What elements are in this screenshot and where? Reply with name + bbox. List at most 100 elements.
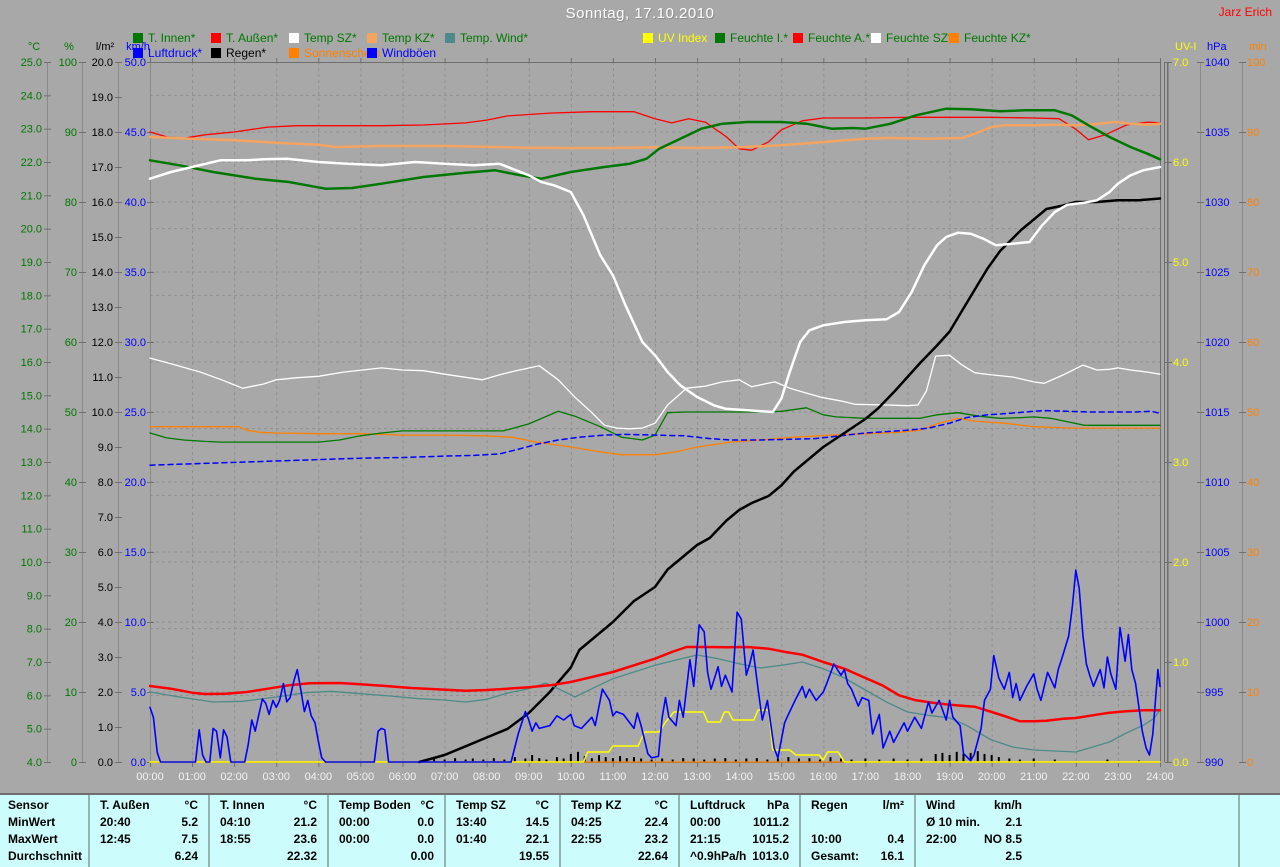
legend-item-feuchte-sz-: Feuchte SZ* xyxy=(871,31,953,43)
svg-text:40: 40 xyxy=(65,477,77,489)
svg-text:19.0: 19.0 xyxy=(92,92,113,104)
svg-text:10: 10 xyxy=(1247,687,1259,699)
axis-header-lm2: l/m² xyxy=(96,41,115,53)
legend-item-feuchte-a-: Feuchte A.* xyxy=(793,31,870,43)
axis-hpa: 9909951000100510101015102010251030103510… xyxy=(1197,41,1229,769)
svg-text:8.0: 8.0 xyxy=(98,477,113,489)
svg-text:13:00: 13:00 xyxy=(683,771,711,783)
axis-tempC: 4.05.06.07.08.09.010.011.012.013.014.015… xyxy=(21,41,51,769)
svg-text:80: 80 xyxy=(1247,197,1259,209)
svg-text:13.0: 13.0 xyxy=(21,457,42,469)
table-group-regen: Regenl/m²10:000.4Gesamt:16.1 xyxy=(799,795,914,867)
series-regen-summe xyxy=(419,199,1160,763)
table-cell: 23.2 xyxy=(645,832,668,846)
axis-header-hpa: hPa xyxy=(1207,41,1227,53)
axis-lm2: 0.01.02.03.04.05.06.07.08.09.010.011.012… xyxy=(92,41,122,769)
svg-text:1020: 1020 xyxy=(1205,337,1229,349)
table-cell: 12:45 xyxy=(100,832,131,846)
stats-table: SensorMinWertMaxWertDurchschnittT. Außen… xyxy=(0,793,1280,867)
svg-text:30.0: 30.0 xyxy=(125,337,146,349)
svg-text:17:00: 17:00 xyxy=(852,771,880,783)
table-cell: °C xyxy=(536,798,549,812)
axis-header-min: min xyxy=(1249,41,1267,53)
svg-text:22:00: 22:00 xyxy=(1062,771,1090,783)
legend-label: Feuchte A.* xyxy=(808,31,870,45)
legend-label: UV Index xyxy=(658,31,707,45)
legend-color-swatch xyxy=(367,48,377,58)
legend-label: Temp. Wind* xyxy=(460,31,528,45)
legend-label: Regen* xyxy=(226,46,266,60)
svg-text:50.0: 50.0 xyxy=(125,57,146,69)
svg-text:10.0: 10.0 xyxy=(125,617,146,629)
table-group-temp-boden: Temp Boden°C00:000.000:000.00.00 xyxy=(327,795,444,867)
svg-text:100: 100 xyxy=(1247,57,1265,69)
svg-text:25.0: 25.0 xyxy=(21,57,42,69)
table-cell: 22:00 xyxy=(926,832,957,846)
svg-text:18.0: 18.0 xyxy=(21,290,42,302)
legend-color-swatch xyxy=(367,33,377,43)
svg-text:21.0: 21.0 xyxy=(21,190,42,202)
legend-item-t-au-en-: T. Außen* xyxy=(211,31,278,43)
chart-plot: 4.05.06.07.08.09.010.011.012.013.014.015… xyxy=(0,0,1280,793)
svg-text:90: 90 xyxy=(65,127,77,139)
table-cell: 16.1 xyxy=(881,849,904,863)
svg-text:60: 60 xyxy=(65,337,77,349)
svg-text:22.0: 22.0 xyxy=(21,157,42,169)
svg-text:7.0: 7.0 xyxy=(27,657,42,669)
table-cell: 22.4 xyxy=(645,815,668,829)
svg-text:12.0: 12.0 xyxy=(92,337,113,349)
table-cell: 22.32 xyxy=(287,849,317,863)
legend-label: Feuchte SZ* xyxy=(886,31,953,45)
table-cell: Temp SZ xyxy=(456,798,506,812)
table-cell: 0.0 xyxy=(417,815,434,829)
svg-text:23.0: 23.0 xyxy=(21,124,42,136)
legend-label: T. Innen* xyxy=(148,31,195,45)
svg-text:5.0: 5.0 xyxy=(27,724,42,736)
svg-text:6.0: 6.0 xyxy=(27,690,42,702)
svg-text:10.0: 10.0 xyxy=(92,407,113,419)
table-cell: 21.2 xyxy=(294,815,317,829)
svg-text:14:00: 14:00 xyxy=(725,771,753,783)
legend-color-swatch xyxy=(643,33,653,43)
table-cell: 22.64 xyxy=(638,849,668,863)
axis-uv: 0.01.02.03.04.05.06.07.0UV-I xyxy=(1165,41,1196,769)
svg-text:15.0: 15.0 xyxy=(125,547,146,559)
table-cell: Ø 10 min. xyxy=(926,815,980,829)
table-group-wind: Windkm/hØ 10 min.2.122:00NO 8.52.5 xyxy=(914,795,1032,867)
legend-color-swatch xyxy=(949,33,959,43)
svg-text:05:00: 05:00 xyxy=(347,771,375,783)
svg-text:5.0: 5.0 xyxy=(1173,257,1188,269)
svg-text:06:00: 06:00 xyxy=(389,771,417,783)
row-label-durchschnitt: Durchschnitt xyxy=(8,849,82,863)
svg-text:20:00: 20:00 xyxy=(978,771,1006,783)
svg-text:09:00: 09:00 xyxy=(515,771,543,783)
svg-text:995: 995 xyxy=(1205,687,1223,699)
svg-text:1000: 1000 xyxy=(1205,617,1229,629)
table-cell: 10:00 xyxy=(811,832,842,846)
gridlines xyxy=(150,62,1160,762)
table-cell: 04:10 xyxy=(220,815,251,829)
table-group-t-au-en: T. Außen°C20:405.212:457.56.24 xyxy=(88,795,208,867)
table-cell: Temp Boden xyxy=(339,798,411,812)
table-cell: 21:15 xyxy=(690,832,721,846)
svg-text:6.0: 6.0 xyxy=(1173,157,1188,169)
svg-text:23:00: 23:00 xyxy=(1104,771,1132,783)
legend-label: T. Außen* xyxy=(226,31,278,45)
axis-min: 0102030405060708090100min xyxy=(1239,41,1267,769)
svg-text:3.0: 3.0 xyxy=(1173,457,1188,469)
table-cell: T. Innen xyxy=(220,798,265,812)
svg-text:00:00: 00:00 xyxy=(136,771,164,783)
legend-item-feuchte-kz-: Feuchte KZ* xyxy=(949,31,1031,43)
svg-text:5.0: 5.0 xyxy=(98,582,113,594)
svg-text:9.0: 9.0 xyxy=(27,590,42,602)
svg-text:60: 60 xyxy=(1247,337,1259,349)
table-cell: NO 8.5 xyxy=(984,832,1022,846)
svg-text:20.0: 20.0 xyxy=(125,477,146,489)
svg-text:17.0: 17.0 xyxy=(92,162,113,174)
svg-text:5.0: 5.0 xyxy=(131,687,146,699)
table-cell: 22:55 xyxy=(571,832,602,846)
legend-color-swatch xyxy=(871,33,881,43)
svg-text:3.0: 3.0 xyxy=(98,652,113,664)
svg-text:12:00: 12:00 xyxy=(641,771,669,783)
svg-text:0.0: 0.0 xyxy=(131,757,146,769)
